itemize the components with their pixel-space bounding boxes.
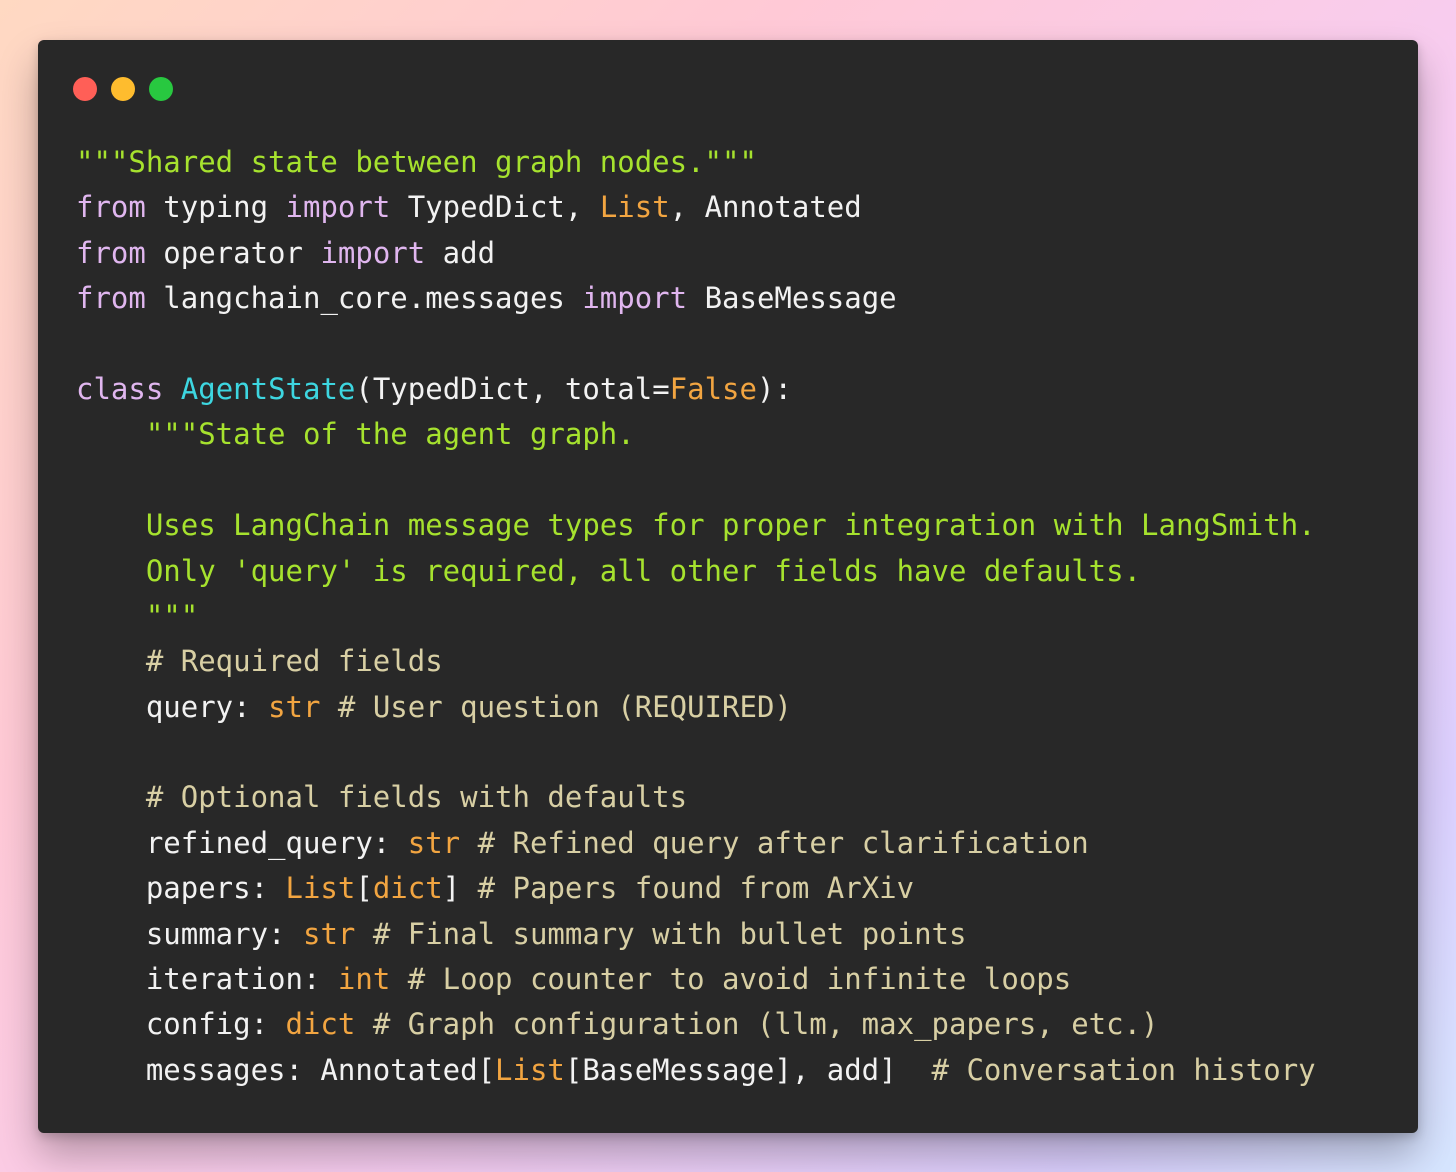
code-line: """State of the agent graph. [76, 412, 1316, 457]
code-token: [ [355, 871, 373, 906]
code-token: # Graph configuration (llm, max_papers, … [355, 1007, 1159, 1042]
code-token: dict [372, 871, 443, 906]
code-token: # Papers found from ArXiv [460, 871, 915, 906]
code-line: Only 'query' is required, all other fiel… [76, 549, 1316, 594]
code-line: """ [76, 594, 1316, 639]
code-line: papers: List[dict] # Papers found from A… [76, 866, 1316, 911]
code-token: Uses LangChain message types for proper … [76, 508, 1316, 543]
close-dot-icon[interactable] [73, 77, 97, 101]
code-token: # Required fields [76, 644, 443, 679]
code-token: langchain_core.messages [145, 281, 583, 316]
code-line: summary: str # Final summary with bullet… [76, 912, 1316, 957]
code-token: (TypedDict, total= [355, 371, 670, 406]
code-token: # Loop counter to avoid infinite loops [390, 962, 1072, 997]
code-token: ] [442, 871, 461, 906]
code-token: """ [76, 598, 199, 633]
code-line: from typing import TypedDict, List, Anno… [76, 185, 1316, 230]
code-token: # Optional fields with defaults [76, 780, 688, 815]
code-line: messages: Annotated[List[BaseMessage], a… [76, 1048, 1316, 1093]
code-line: refined_query: str # Refined query after… [76, 821, 1316, 866]
code-token: AgentState [180, 371, 356, 406]
code-line: from langchain_core.messages import Base… [76, 276, 1316, 321]
code-token: TypedDict, [390, 190, 600, 225]
code-token: [BaseMessage], add] [564, 1052, 932, 1087]
code-token: query: [76, 689, 269, 724]
code-token: add [425, 235, 496, 270]
code-line: ​ [76, 458, 1316, 503]
code-token: class [76, 371, 164, 406]
window-controls [73, 77, 173, 101]
code-token: operator [145, 235, 321, 270]
code-line: class AgentState(TypedDict, total=False)… [76, 367, 1316, 412]
code-token: from [76, 190, 146, 225]
minimize-dot-icon[interactable] [111, 77, 135, 101]
code-token: import [285, 190, 391, 225]
code-token: iteration: [76, 962, 338, 997]
code-token: List [599, 190, 670, 225]
code-line: config: dict # Graph configuration (llm,… [76, 1002, 1316, 1047]
code-token: ): [756, 371, 792, 406]
code-token: str [407, 825, 461, 860]
code-token: import [320, 235, 426, 270]
code-line: ​ [76, 730, 1316, 775]
code-token: papers: [76, 871, 286, 906]
code-token: BaseMessage [687, 281, 897, 316]
code-token: messages: Annotated[ [76, 1052, 496, 1087]
code-line: from operator import add [76, 231, 1316, 276]
code-window: """Shared state between graph nodes.""" f… [38, 40, 1418, 1133]
code-token: int [337, 962, 391, 997]
code-token: """State of the agent graph. [76, 417, 635, 452]
code-token: config: [76, 1007, 286, 1042]
code-token: refined_query: [76, 825, 408, 860]
code-line: # Required fields [76, 639, 1316, 684]
code-token: str [268, 689, 321, 724]
maximize-dot-icon[interactable] [149, 77, 173, 101]
code-line: iteration: int # Loop counter to avoid i… [76, 957, 1316, 1002]
code-token: typing [145, 190, 286, 225]
code-token: , Annotated [669, 190, 862, 225]
code-token: # Conversation history [931, 1052, 1316, 1087]
code-token: summary: [76, 916, 303, 951]
code-token: List [285, 871, 356, 906]
code-token: from [76, 235, 146, 270]
code-line: ​ [76, 322, 1316, 367]
code-token: List [495, 1052, 565, 1087]
code-token: # Refined query after clarification [460, 825, 1089, 860]
code-line: Uses LangChain message types for proper … [76, 503, 1316, 548]
code-token: False [669, 371, 757, 406]
code-block: """Shared state between graph nodes.""" f… [76, 140, 1316, 1093]
code-token: # Final summary with bullet points [355, 916, 967, 951]
code-token: import [582, 281, 688, 316]
code-token: str [302, 916, 356, 951]
code-line: """Shared state between graph nodes.""" [76, 140, 1316, 185]
code-line: # Optional fields with defaults [76, 775, 1316, 820]
code-token: # User question (REQUIRED) [320, 689, 792, 724]
code-token: Only 'query' is required, all other fiel… [76, 553, 1142, 588]
code-token: dict [285, 1007, 356, 1042]
code-line: query: str # User question (REQUIRED) [76, 685, 1316, 730]
code-token: from [76, 281, 146, 316]
code-token: """Shared state between graph nodes.""" [76, 145, 757, 179]
